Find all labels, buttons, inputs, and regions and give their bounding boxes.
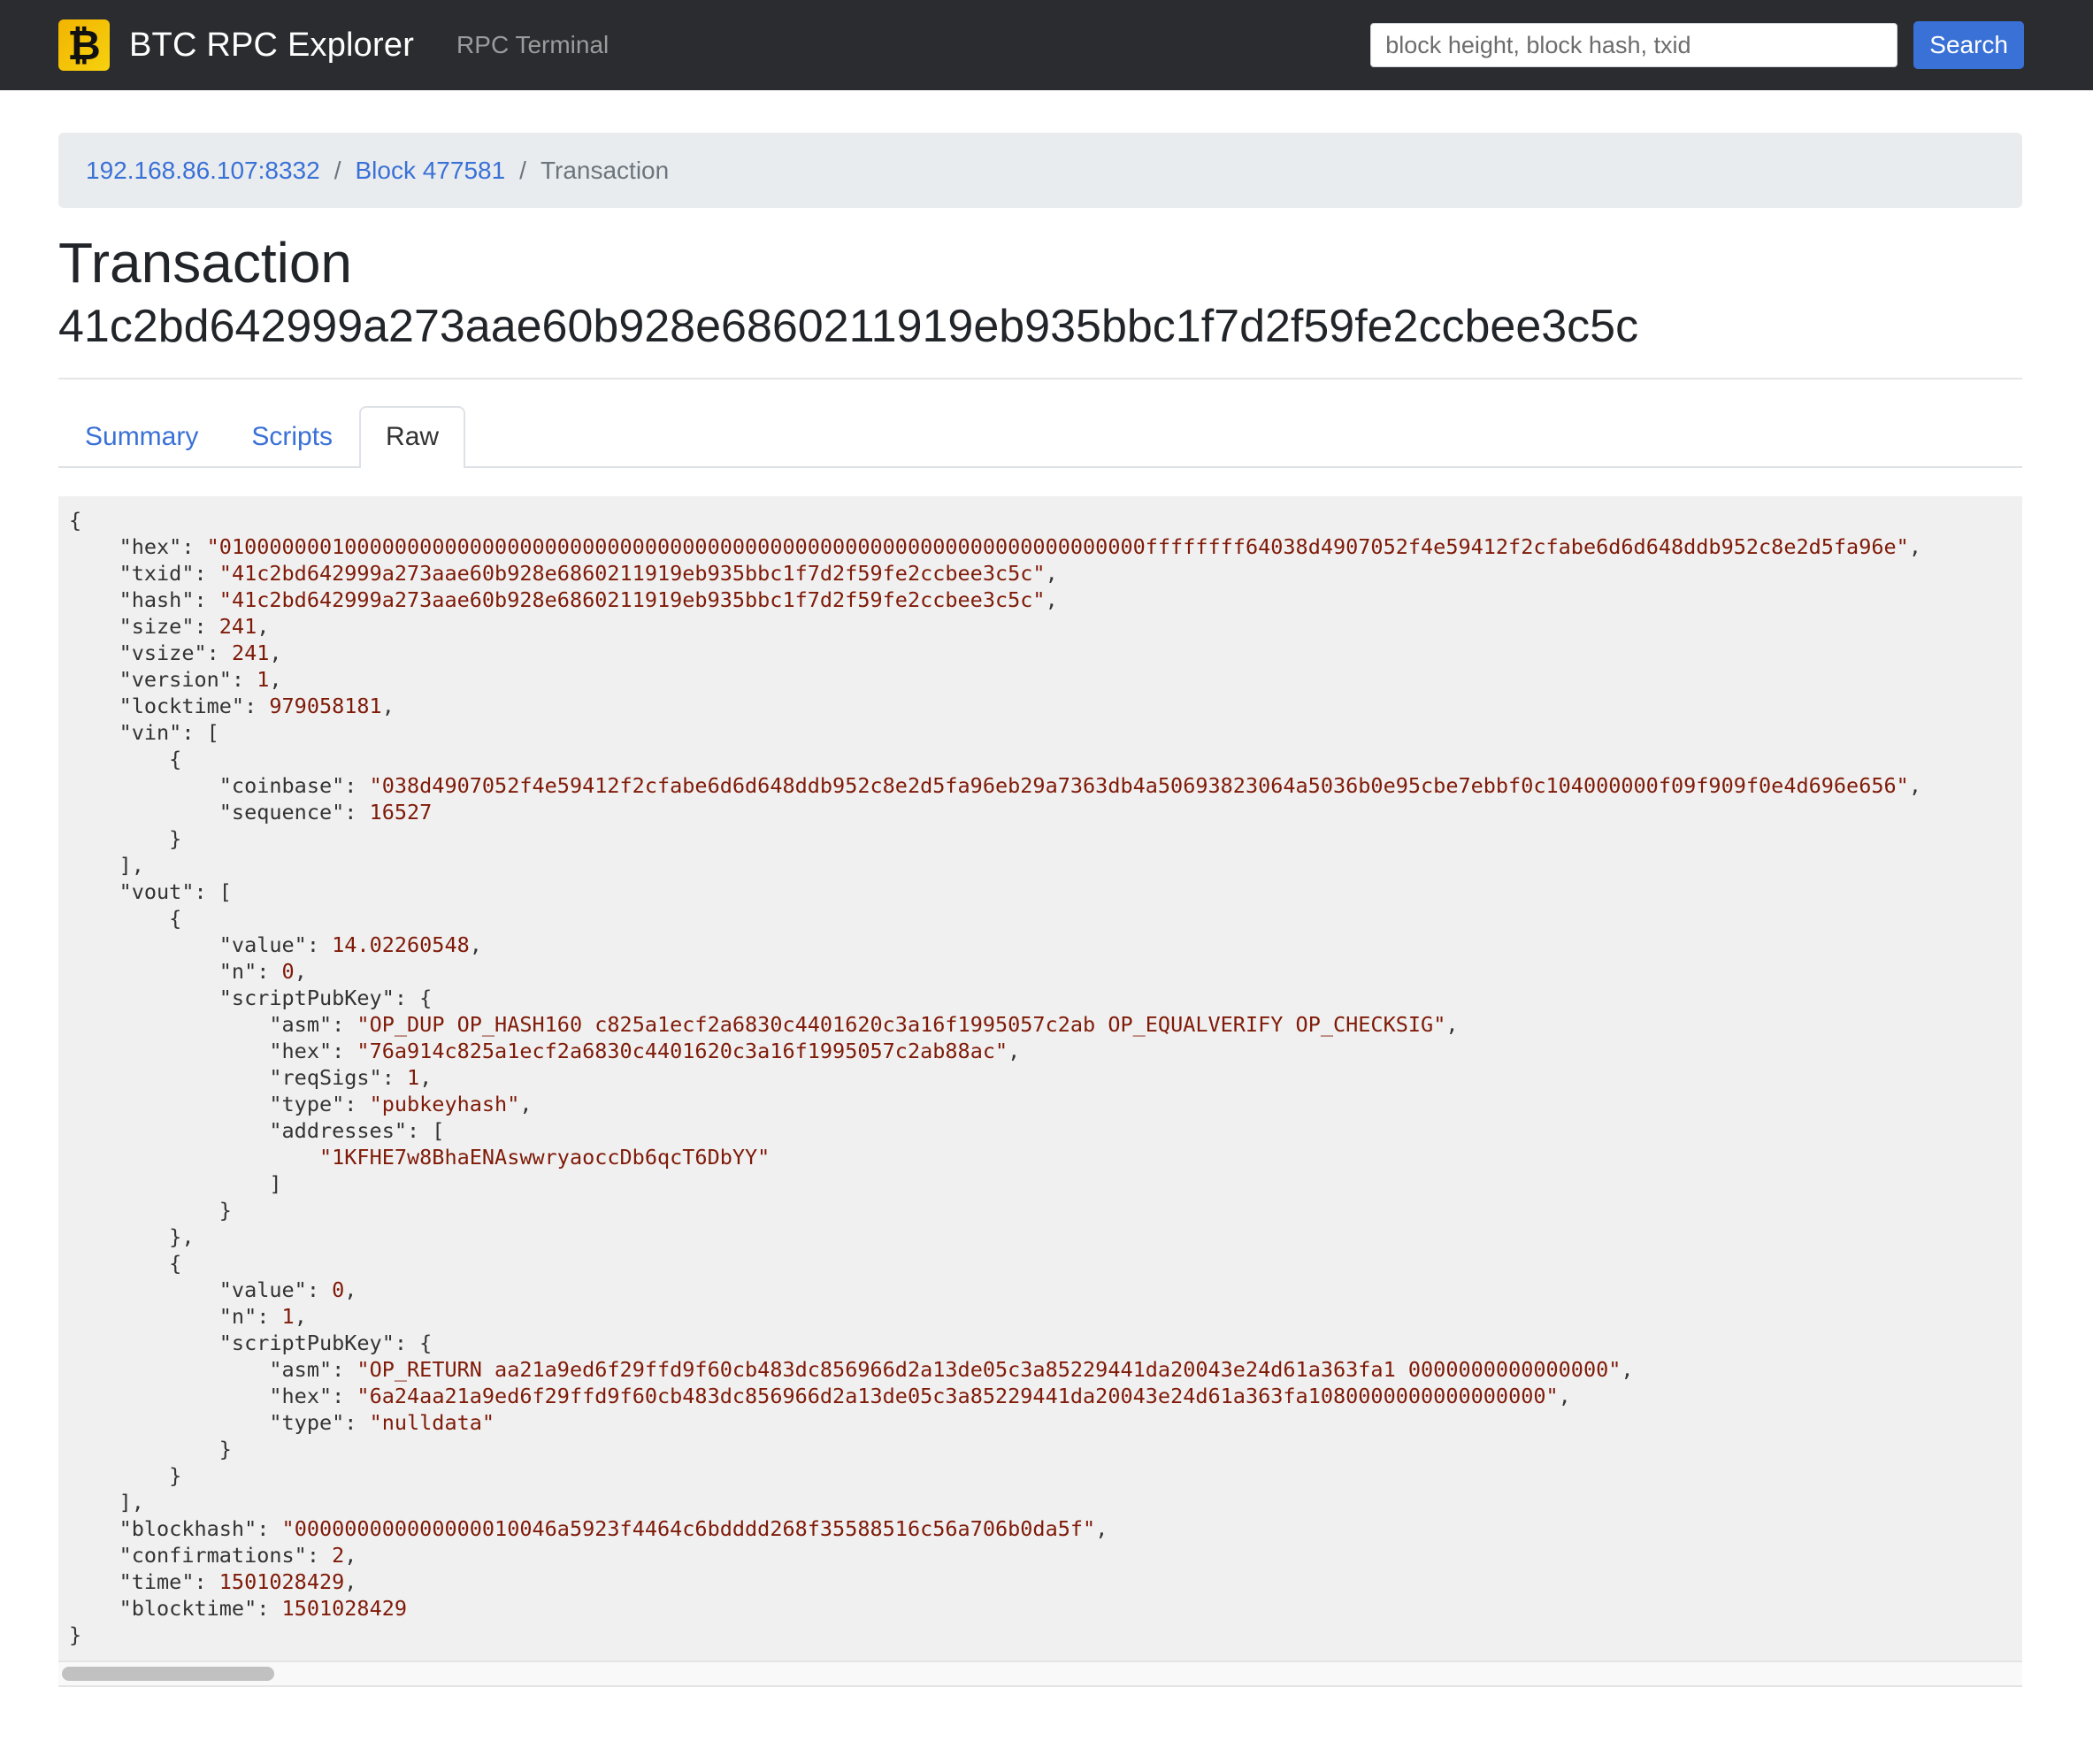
- json-hex: "010000000100000000000000000000000000000…: [206, 534, 1909, 559]
- json-vout1-asm: "OP_RETURN aa21a9ed6f29ffd9f60cb483dc856…: [356, 1357, 1622, 1382]
- tab-scripts[interactable]: Scripts: [225, 406, 359, 468]
- json-size: 241: [218, 614, 257, 639]
- json-vout1-hex: "6a24aa21a9ed6f29ffd9f60cb483dc856966d2a…: [356, 1384, 1559, 1408]
- json-vout0-hex: "76a914c825a1ecf2a6830c4401620c3a16f1995…: [356, 1039, 1008, 1063]
- json-vout0-type: "pubkeyhash": [369, 1092, 520, 1116]
- json-version: 1: [257, 667, 270, 692]
- tab-raw[interactable]: Raw: [359, 406, 466, 468]
- bitcoin-icon: ₿: [58, 19, 110, 71]
- json-vout0-address: "1KFHE7w8BhaENAswwryaoccDb6qcT6DbYY": [318, 1145, 770, 1170]
- navbar: ₿ BTC RPC Explorer RPC Terminal Search: [0, 0, 2093, 90]
- search-input[interactable]: [1370, 23, 1898, 67]
- tab-bar: Summary Scripts Raw: [58, 406, 2022, 468]
- brand-link[interactable]: ₿ BTC RPC Explorer: [58, 19, 414, 71]
- json-coinbase: "038d4907052f4e59412f2cfabe6d6d648ddb952…: [369, 773, 1909, 798]
- json-time: 1501028429: [218, 1569, 345, 1594]
- page-title: Transaction: [58, 231, 352, 295]
- divider: [58, 378, 2022, 380]
- search-button[interactable]: Search: [1913, 21, 2024, 69]
- json-vout0-n: 0: [281, 959, 295, 984]
- raw-json-panel: { "hex": "010000000100000000000000000000…: [58, 496, 2022, 1660]
- json-blocktime: 1501028429: [281, 1596, 408, 1621]
- breadcrumb-separator: /: [334, 156, 341, 184]
- json-vsize: 241: [231, 640, 270, 665]
- txid-heading: 41c2bd642999a273aae60b928e6860211919eb93…: [58, 301, 1639, 352]
- breadcrumb: 192.168.86.107:8332 / Block 477581 / Tra…: [58, 133, 2022, 208]
- json-hash: "41c2bd642999a273aae60b928e6860211919eb9…: [218, 587, 1046, 612]
- scrollbar-thumb[interactable]: [62, 1667, 274, 1681]
- nav-link-rpc-terminal[interactable]: RPC Terminal: [456, 31, 609, 59]
- json-vout0-asm: "OP_DUP OP_HASH160 c825a1ecf2a6830c44016…: [356, 1012, 1446, 1037]
- json-vout1-value: 0: [332, 1277, 345, 1302]
- json-txid: "41c2bd642999a273aae60b928e6860211919eb9…: [218, 561, 1046, 586]
- horizontal-scrollbar[interactable]: [58, 1660, 2022, 1687]
- json-sequence: 16527: [369, 800, 433, 824]
- json-confirmations: 2: [332, 1543, 345, 1568]
- json-vout0-reqsigs: 1: [407, 1065, 420, 1090]
- tab-summary[interactable]: Summary: [58, 406, 225, 468]
- breadcrumb-node[interactable]: 192.168.86.107:8332: [86, 157, 320, 185]
- json-vout0-value: 14.02260548: [332, 932, 470, 957]
- breadcrumb-block[interactable]: Block 477581: [355, 157, 505, 185]
- json-locktime: 979058181: [269, 694, 382, 718]
- json-vout1-type: "nulldata": [369, 1410, 495, 1435]
- breadcrumb-current: Transaction: [540, 156, 670, 184]
- json-blockhash: "000000000000000010046a5923f4464c6bdddd2…: [281, 1516, 1096, 1541]
- raw-json-code: { "hex": "010000000100000000000000000000…: [69, 508, 1921, 1647]
- breadcrumb-separator: /: [519, 156, 526, 184]
- main-container: 192.168.86.107:8332 / Block 477581 / Tra…: [58, 133, 2022, 1687]
- json-vout1-n: 1: [281, 1304, 295, 1329]
- brand-name[interactable]: BTC RPC Explorer: [129, 27, 414, 65]
